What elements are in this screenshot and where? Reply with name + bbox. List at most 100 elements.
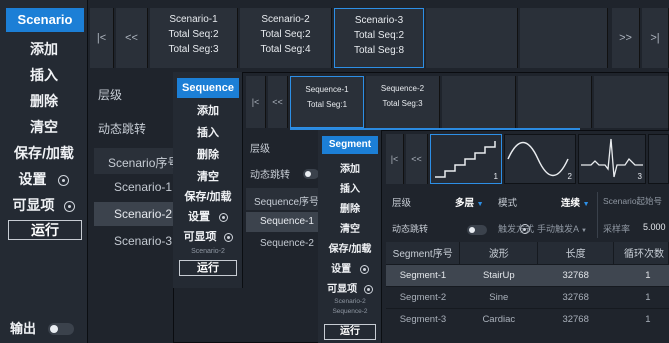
empty-card[interactable] <box>426 8 518 68</box>
insert-button[interactable]: 插入 <box>318 180 382 195</box>
column-header: 波形 <box>459 242 539 264</box>
trigger-mode-select[interactable]: 手动触发A ▼ <box>537 222 587 235</box>
list-item[interactable]: Scenario-1 <box>94 176 184 198</box>
add-button[interactable]: 添加 <box>173 102 243 118</box>
sequence-sidebar: Sequence 添加 插入 删除 清空 保存/加载 设置 可显项 Scenar… <box>173 72 243 288</box>
prev-button[interactable]: << <box>116 8 148 68</box>
sequence-card-selected[interactable]: Sequence-1 Total Seg:1 <box>290 76 364 128</box>
chevron-down-icon: ▼ <box>581 228 587 234</box>
table-cell: 32768 <box>537 263 614 286</box>
run-button[interactable]: 运行 <box>179 260 237 276</box>
delete-button[interactable]: 删除 <box>173 146 243 162</box>
save-load-button[interactable]: 保存/加载 <box>318 240 382 255</box>
list-item-selected[interactable]: Sequence-1 <box>246 212 318 232</box>
level-select[interactable]: 多层 ▼ <box>455 195 484 209</box>
clear-button[interactable]: 清空 <box>318 220 382 235</box>
list-item-label: Scenario-1 <box>114 180 173 194</box>
list-item[interactable]: Scenario-3 <box>94 230 184 252</box>
card-seg: Total Seg:4 <box>260 44 311 55</box>
last-button[interactable]: >| <box>642 8 669 68</box>
run-button[interactable]: 运行 <box>324 324 376 340</box>
run-button[interactable]: 运行 <box>8 220 82 240</box>
sequence-title[interactable]: Sequence <box>177 78 239 98</box>
delete-button[interactable]: 删除 <box>318 200 382 215</box>
mode-select[interactable]: 连续 ▼ <box>561 195 590 209</box>
sine-wave-icon <box>507 141 569 177</box>
sample-rate-label: 采样率 <box>603 224 631 234</box>
empty-card[interactable] <box>518 76 592 128</box>
visible-items-label: 可显项 <box>327 284 358 295</box>
scenario-card[interactable]: Scenario-1 Total Seq:2 Total Seg:3 <box>150 8 238 68</box>
table-row[interactable]: Segment-3 Cardiac 32768 1 <box>386 307 669 330</box>
scenario-card-selected[interactable]: Scenario-3 Total Seq:2 Total Seg:8 <box>334 8 424 68</box>
scenario-title[interactable]: Scenario <box>6 8 84 32</box>
insert-button[interactable]: 插入 <box>173 124 243 140</box>
sample-rate-value[interactable]: 5.000 <box>643 222 666 232</box>
column-header: 循环次数 <box>613 242 669 264</box>
card-name: Sequence-2 <box>380 84 425 93</box>
visible-items-button[interactable]: 可显项 <box>173 228 243 244</box>
dynamic-jump-toggle[interactable] <box>303 169 319 179</box>
settings-button[interactable]: 设置 <box>318 260 382 275</box>
level-label: 层级 <box>392 198 412 209</box>
add-button[interactable]: 添加 <box>0 38 88 60</box>
dynamic-jump-label: 动态跳转 <box>250 170 290 181</box>
settings-button[interactable]: 设置 <box>173 208 243 224</box>
save-load-button[interactable]: 保存/加载 <box>0 142 88 164</box>
mode-value: 连续 <box>561 198 581 209</box>
save-load-button[interactable]: 保存/加载 <box>173 188 243 204</box>
table-cell: Segment-1 <box>386 263 460 286</box>
scenario-card[interactable]: Scenario-2 Total Seq:2 Total Seg:4 <box>240 8 332 68</box>
settings-button[interactable]: 设置 <box>0 168 88 190</box>
scenario-start-label: Scenario起始号 <box>603 196 663 206</box>
segment-thumbnail-selected[interactable]: 1 <box>430 134 502 184</box>
scenario-sidebar: Scenario 添加 插入 删除 清空 保存/加载 设置 可显项 运行 输出 <box>0 0 88 343</box>
card-name: Scenario-2 <box>261 14 310 25</box>
output-control[interactable]: 输出 <box>10 318 84 336</box>
segment-title[interactable]: Segment <box>322 136 378 154</box>
table-cell: Segment-2 <box>386 285 460 308</box>
segment-thumbnail[interactable]: 2 <box>504 134 576 184</box>
table-row-selected[interactable]: Segment-1 StairUp 32768 1 <box>386 263 669 286</box>
segment-thumbnail[interactable]: 3 <box>578 134 646 184</box>
clear-button[interactable]: 清空 <box>173 168 243 184</box>
list-item-label: Sequence-2 <box>260 238 314 249</box>
empty-card[interactable] <box>520 8 608 68</box>
table-cell: StairUp <box>459 263 538 286</box>
column-header: Segment序号 <box>386 242 461 264</box>
dynamic-jump-label: 动态跳转 <box>98 122 147 136</box>
list-header-label: Sequence序号 <box>254 197 320 208</box>
first-button[interactable]: |< <box>386 134 404 184</box>
context-label: Sequence-2 <box>332 308 368 315</box>
output-toggle[interactable] <box>48 322 75 335</box>
list-item[interactable]: Sequence-2 <box>246 234 318 254</box>
add-button[interactable]: 添加 <box>318 160 382 175</box>
segment-thumbnail-partial[interactable] <box>648 134 669 184</box>
visible-items-button[interactable]: 可显项 <box>318 280 382 295</box>
list-item-selected[interactable]: Scenario-2 <box>94 202 184 226</box>
dynamic-jump-label: 动态跳转 <box>392 224 429 234</box>
level-value: 多层 <box>455 198 475 209</box>
settings-label: 设置 <box>187 211 210 223</box>
empty-card[interactable] <box>594 76 669 128</box>
table-row[interactable]: Segment-2 Sine 32768 1 <box>386 285 669 308</box>
settings-label: 设置 <box>18 171 47 187</box>
clear-button[interactable]: 清空 <box>0 116 88 138</box>
delete-button[interactable]: 删除 <box>0 90 88 112</box>
next-button[interactable]: >> <box>612 8 640 68</box>
table-cell: Sine <box>459 285 538 308</box>
prev-button[interactable]: << <box>406 134 428 184</box>
card-seg: Total Seg:3 <box>382 99 423 108</box>
chevron-down-icon: ▼ <box>582 201 590 208</box>
table-cell: Segment-3 <box>386 307 460 330</box>
first-button[interactable]: |< <box>90 8 114 68</box>
insert-button[interactable]: 插入 <box>0 64 88 86</box>
segment-table: Segment序号 波形 长度 循环次数 Segment-1 StairUp 3… <box>386 242 669 330</box>
sequence-card[interactable]: Sequence-2 Total Seg:3 <box>366 76 440 128</box>
first-button[interactable]: |< <box>246 76 266 128</box>
prev-button[interactable]: << <box>268 76 288 128</box>
dynamic-jump-toggle[interactable] <box>467 225 488 235</box>
empty-card[interactable] <box>442 76 516 128</box>
visible-items-button[interactable]: 可显项 <box>0 194 88 216</box>
mode-label: 模式 <box>498 198 518 209</box>
